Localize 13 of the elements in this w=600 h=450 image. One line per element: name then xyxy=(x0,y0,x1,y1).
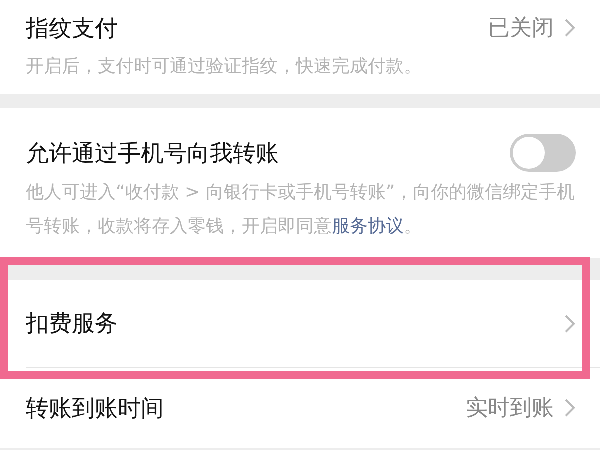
chevron-icon[interactable] xyxy=(564,18,576,38)
setting-title: 允许通过手机号向我转账 xyxy=(26,140,280,168)
setting-title: 扣费服务 xyxy=(26,310,119,339)
setting-description: 开启后，支付时可通过验证指纹，快速完成付款。 xyxy=(25,55,423,79)
setting-title: 指纹支付 xyxy=(26,14,119,44)
toggle-switch[interactable] xyxy=(510,134,576,172)
setting-value: 已关闭 xyxy=(488,15,554,43)
agreement-link[interactable]: 服务协议 xyxy=(332,216,404,237)
setting-description: 他人可进入“收付款 > 向银行卡或手机号转账”，向你的微信绑定手机号转账，收款将存入零钱，开启即同意服务协议。 xyxy=(25,181,576,239)
setting-title: 转账到账时间 xyxy=(26,394,165,424)
chevron-icon[interactable] xyxy=(564,398,576,418)
chevron-icon[interactable] xyxy=(564,314,576,334)
setting-value: 实时到账 xyxy=(466,395,554,423)
